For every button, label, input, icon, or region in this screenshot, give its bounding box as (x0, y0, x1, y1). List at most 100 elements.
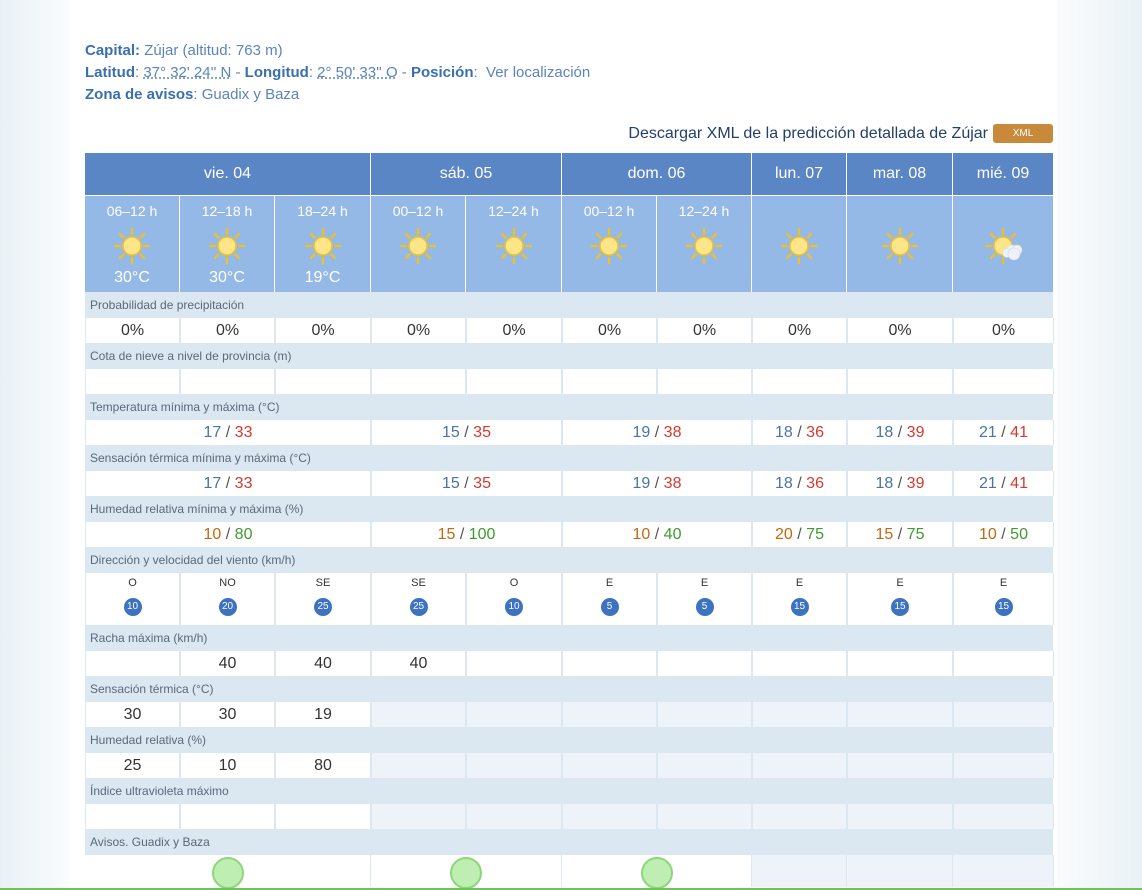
wind-cell: E 15 (847, 573, 953, 625)
wind-cell: E5 (657, 573, 752, 625)
value-cell (953, 753, 1054, 778)
separator: / (792, 526, 807, 543)
wind-direction: E (999, 577, 1008, 589)
value-cell: 25 (85, 753, 180, 778)
wind-direction: SE (315, 577, 331, 589)
value-cell: 0% (275, 318, 371, 343)
period-temp: 30°C (209, 269, 245, 286)
warning-zone-line: Zona de avisos: Guadix y Baza (85, 86, 300, 103)
value-cell (752, 753, 847, 778)
min-value: 18 (875, 424, 894, 441)
max-value: 36 (806, 475, 824, 492)
max-value: 80 (234, 526, 253, 543)
wind-speed-badge: 15 (994, 598, 1013, 616)
value-cell (657, 753, 752, 778)
view-location-link[interactable]: Ver localización (486, 64, 590, 81)
row-label-temp: Temperatura mínima y máxima (°C) (85, 394, 1053, 420)
value-cell (752, 369, 847, 394)
value-cell (466, 804, 562, 829)
separator: / (650, 526, 664, 543)
max-value: 100 (468, 526, 496, 543)
minmax-cell: 15 / 100 (371, 522, 562, 547)
row-label-warn: Avisos. Guadix y Baza (85, 829, 1053, 855)
period-label: 06–12 h (106, 203, 158, 219)
background-decoration-left (0, 0, 70, 890)
warning-level-green-icon[interactable] (640, 857, 673, 889)
day-header: vie. 04 (85, 153, 371, 195)
period-temp: 19°C (304, 269, 341, 286)
min-value: 17 (203, 475, 222, 492)
value-cell: 0% (752, 318, 847, 343)
xml-download-text[interactable]: Descargar XML de la predicción detallada… (628, 125, 988, 143)
value-cell: 40 (275, 651, 371, 676)
value-cell (752, 804, 847, 829)
xml-button[interactable]: XML (993, 124, 1053, 143)
value-cell (847, 804, 953, 829)
value-cell: 0% (562, 318, 657, 343)
wind-cell: O 10 (466, 573, 562, 625)
row-label-sens2: Sensación térmica (°C) (85, 676, 1053, 702)
wind-direction: O (128, 577, 137, 589)
max-value: 38 (663, 475, 682, 492)
row-label-precip: Probabilidad de precipitación (85, 292, 1053, 318)
value-cell (275, 804, 371, 829)
value-cell (953, 369, 1054, 394)
value-cell: 30 (85, 702, 180, 727)
minmax-cell: 21 / 41 (953, 420, 1054, 445)
day-header: mar. 08 (847, 153, 953, 195)
min-value: 10 (203, 526, 222, 543)
value-cell (371, 369, 466, 394)
min-value: 15 (442, 475, 460, 492)
period-label: 00–12 h (583, 203, 635, 219)
warning-level-green-icon[interactable] (211, 857, 244, 889)
minmax-cell: 18 / 36 (752, 471, 847, 496)
warning-level-green-icon[interactable] (450, 857, 482, 889)
period-cell (752, 195, 847, 292)
background-decoration-right (1057, 0, 1142, 890)
period-label: 12–18 h (201, 203, 253, 219)
min-value: 15 (442, 424, 460, 441)
value-cell (953, 804, 1054, 829)
max-value: 33 (234, 475, 253, 492)
value-cell: 0% (180, 318, 275, 343)
warn-row (85, 855, 1054, 889)
min-value: 21 (979, 424, 997, 441)
period-cell: 12–24 h (657, 195, 752, 292)
max-value: 75 (906, 526, 925, 543)
min-value: 19 (632, 475, 651, 492)
value-cell: 40 (371, 651, 466, 676)
period-cell: 00–12 h (562, 195, 657, 292)
sun-cloud-icon (983, 226, 1023, 266)
separator: / (650, 424, 664, 441)
period-cell (847, 195, 953, 292)
period-cell: 06–12 h 30°C (85, 195, 180, 292)
max-value: 38 (663, 424, 682, 441)
row-label-sens: Sensación térmica mínima y máxima (°C) (85, 445, 1053, 471)
warning-cell (953, 855, 1054, 887)
min-value: 18 (775, 475, 793, 492)
value-cell (466, 753, 562, 778)
max-value: 41 (1010, 475, 1028, 492)
longitude-value: 2° 50' 33'' O (317, 64, 398, 81)
value-cell (562, 651, 657, 676)
max-value: 39 (906, 475, 925, 492)
warning-zone-label: Zona de avisos (85, 86, 194, 103)
capital-line: Capital: Zújar (altitud: 763 m) (85, 40, 590, 62)
minmax-cell: 10 / 40 (562, 522, 752, 547)
max-value: 41 (1010, 424, 1028, 441)
longitude-label: Longitud (244, 64, 309, 81)
value-cell: 40 (180, 651, 275, 676)
separator: / (792, 424, 807, 441)
separator: / (221, 475, 235, 492)
value-cell (85, 804, 180, 829)
wind-speed-badge: 10 (505, 598, 523, 616)
day-header: lun. 07 (752, 153, 847, 195)
value-cell (562, 369, 657, 394)
minmax-cell: 19 / 38 (562, 420, 752, 445)
sun-icon (303, 226, 343, 266)
warning-zone-link[interactable]: Guadix y Baza (202, 86, 300, 103)
sun-icon (880, 226, 920, 266)
day-header: sáb. 05 (371, 153, 562, 195)
xml-download: Descargar XML de la predicción detallada… (628, 124, 1053, 143)
value-cell (657, 369, 752, 394)
